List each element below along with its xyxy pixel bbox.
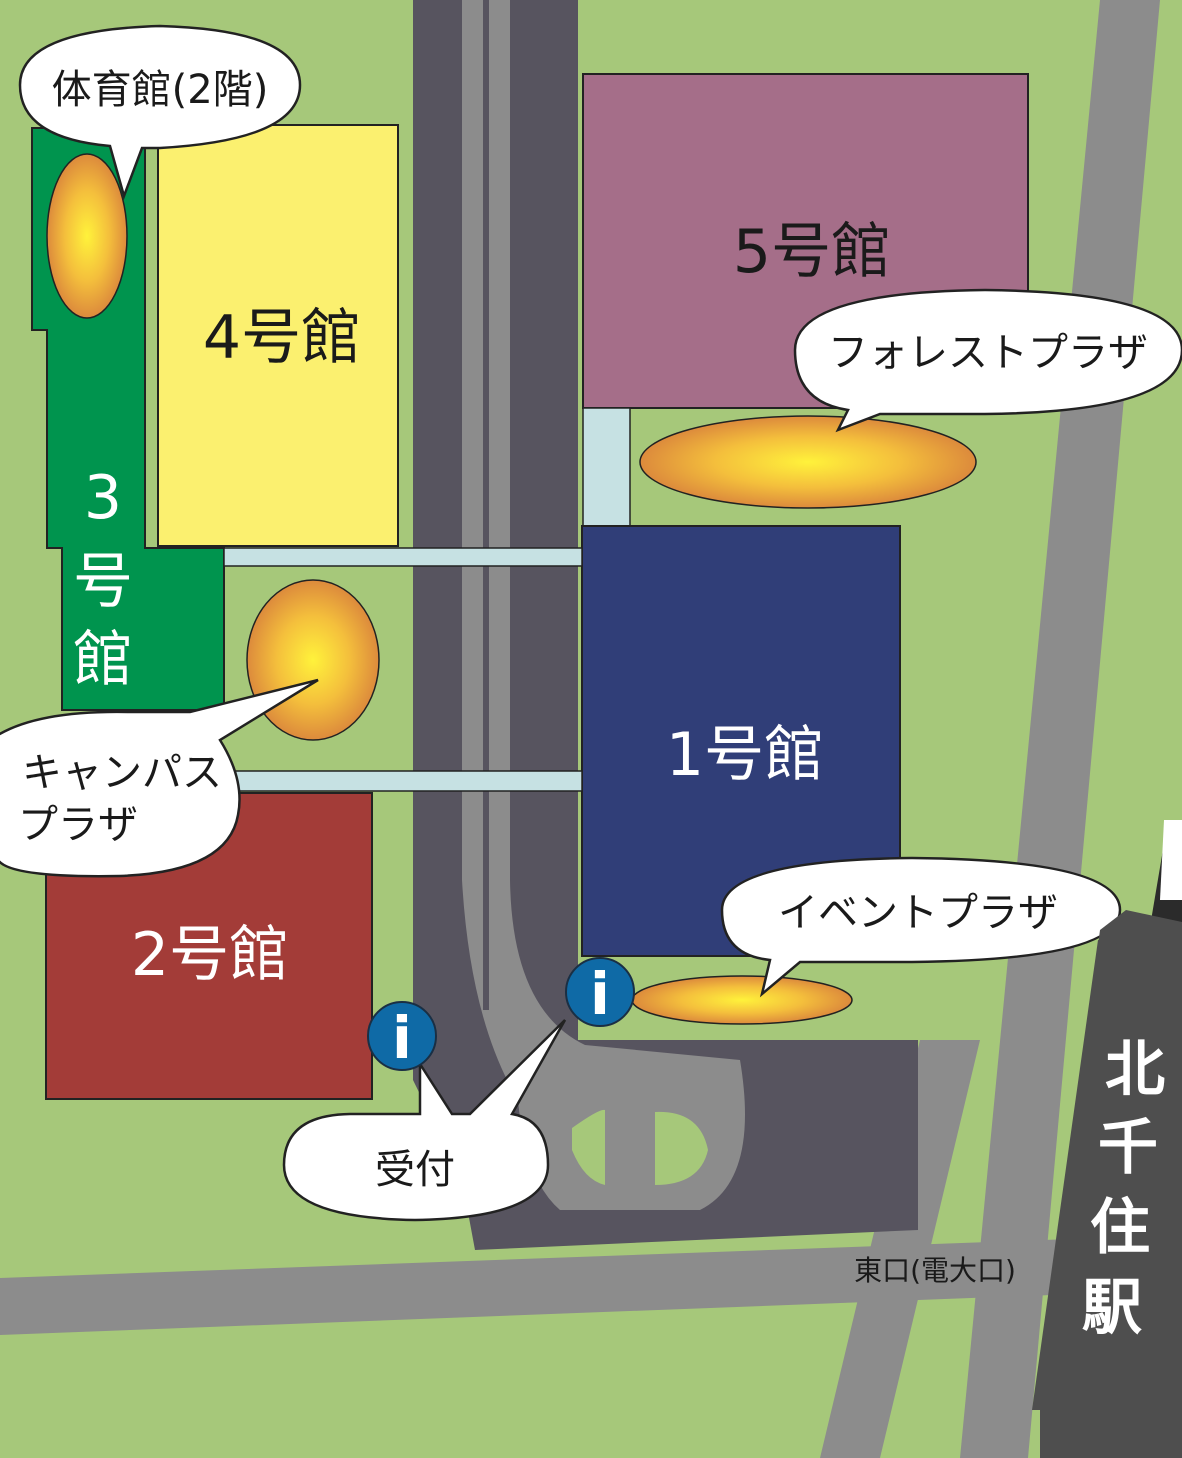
- campus-plaza-marker[interactable]: [246, 579, 380, 741]
- event-plaza-callout-text: イベントプラザ: [778, 890, 1058, 936]
- building-5-label: 5号館: [733, 217, 891, 287]
- forest-plaza-marker[interactable]: [639, 415, 977, 509]
- info-icon-glyph: i: [392, 1004, 412, 1072]
- campus-map: 5号館 1号館 3 号 館 4号館 2号館 体育館(2階) フォレストプラザ キ…: [0, 0, 1182, 1458]
- event-plaza-marker[interactable]: [631, 975, 853, 1025]
- walkway-upper: [223, 547, 583, 567]
- walkway-lower: [223, 770, 583, 792]
- station-label-char-2: 千: [1098, 1113, 1158, 1183]
- info-icon[interactable]: i: [367, 1001, 437, 1072]
- building-2-label: 2号館: [131, 920, 289, 990]
- info-icon-glyph: i: [590, 960, 610, 1028]
- gym-callout-text: 体育館(2階): [52, 67, 269, 113]
- building-1-label: 1号館: [666, 720, 824, 790]
- station-label-char-4: 駅: [1082, 1273, 1142, 1343]
- building-4-label: 4号館: [203, 303, 361, 373]
- info-icon[interactable]: i: [565, 957, 635, 1028]
- reception-callout-text: 受付: [375, 1147, 455, 1193]
- east-gate-label: 東口(電大口): [854, 1254, 1016, 1287]
- station-label-char-1: 北: [1105, 1035, 1165, 1105]
- building-3-char-1: 3: [84, 463, 122, 533]
- gym-plaza-marker[interactable]: [46, 153, 128, 319]
- forest-plaza-callout-text: フォレストプラザ: [828, 330, 1148, 376]
- station-label-char-3: 住: [1090, 1193, 1150, 1263]
- walkway-5-1: [582, 407, 631, 527]
- campus-plaza-callout-line1: キャンパス: [22, 750, 222, 796]
- campus-plaza-callout-line2: プラザ: [18, 802, 138, 848]
- building-3-char-3: 館: [73, 625, 133, 695]
- building-3-char-2: 号: [73, 547, 133, 617]
